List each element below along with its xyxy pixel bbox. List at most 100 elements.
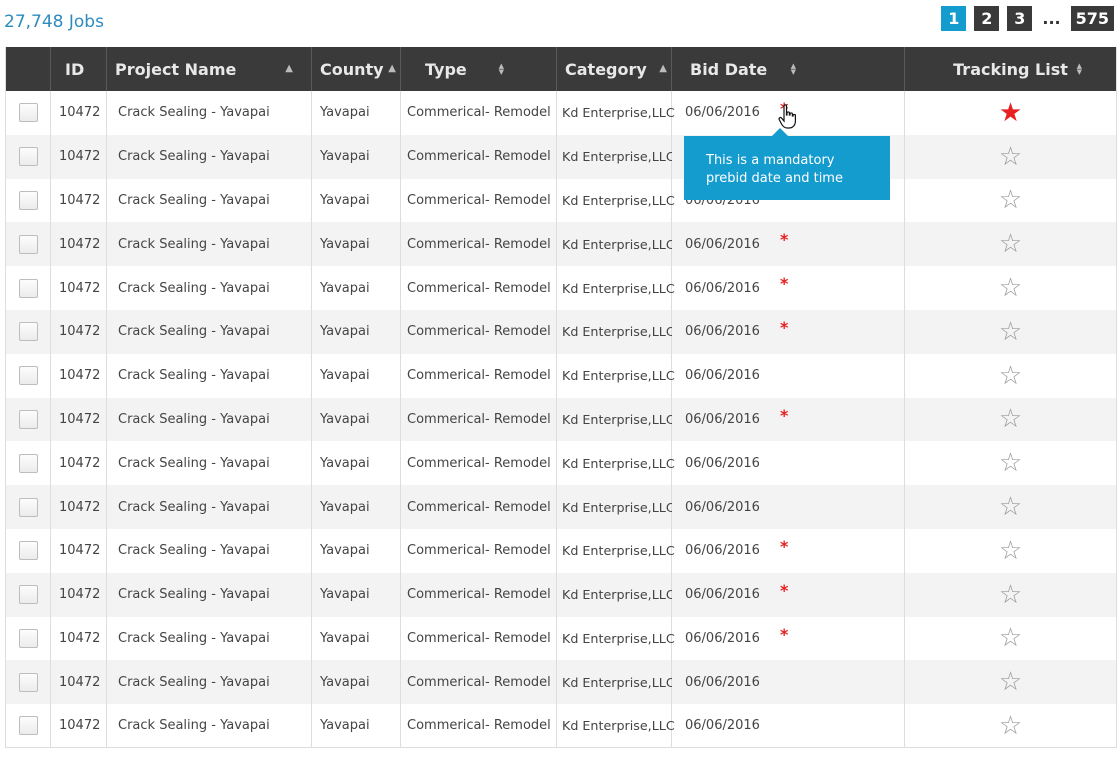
row-checkbox[interactable] [18,190,38,210]
mandatory-prebid-indicator[interactable]: * [780,318,788,337]
tracking-cell: ☆ [904,704,1117,748]
select-cell [5,528,51,573]
county-cell: Yavapai [311,441,401,486]
bid-date-cell: 06/06/2016 [671,441,905,486]
table-row: 10472 Crack Sealing - Yavapai Yavapai Comme… [5,660,1117,705]
column-header-bid-date[interactable]: Bid Date ▲ ▼ [671,47,905,91]
star-outline-icon[interactable]: ☆ [999,142,1022,172]
county-cell: Yavapai [311,134,401,179]
select-column-header [5,47,51,91]
project-name-cell: Crack Sealing - Yavapai [106,485,312,529]
column-header-category[interactable]: Category ▲ [556,47,672,91]
select-cell [5,309,51,354]
row-checkbox[interactable] [18,234,38,254]
table-row: 10472 Crack Sealing - Yavapai Yavapai Comme… [5,397,1117,442]
row-checkbox[interactable] [18,453,38,473]
row-checkbox[interactable] [18,585,38,605]
star-outline-icon[interactable]: ☆ [999,361,1022,391]
category-cell: Kd Enterprise,LLC [556,134,675,179]
mandatory-prebid-indicator[interactable]: * [780,274,788,293]
sort-asc-icon[interactable]: ▲ [285,64,293,74]
select-cell [5,704,51,748]
star-outline-icon[interactable]: ☆ [999,711,1022,741]
star-outline-icon[interactable]: ☆ [999,623,1022,653]
row-checkbox[interactable] [18,103,38,123]
select-cell [5,572,51,617]
star-outline-icon[interactable]: ☆ [999,317,1022,347]
type-cell: Commerical- Remodel [400,178,557,223]
project-name-cell: Crack Sealing - Yavapai [106,353,312,398]
category-cell: Kd Enterprise,LLC [556,485,675,529]
mandatory-prebid-indicator[interactable]: * [780,406,788,425]
mandatory-prebid-indicator[interactable]: * [780,625,788,644]
select-cell [5,397,51,442]
row-checkbox[interactable] [18,278,38,298]
table-row: 10472 Crack Sealing - Yavapai Yavapai Comme… [5,572,1117,617]
bid-date-cell: 06/06/2016 * [671,616,905,661]
column-header-label: County [320,59,384,79]
sort-arrows-icon[interactable]: ▲ ▼ [1077,63,1082,76]
tracking-cell: ☆ [904,266,1117,310]
county-cell: Yavapai [311,266,401,310]
star-outline-icon[interactable]: ☆ [999,580,1022,610]
column-header-project-name[interactable]: Project Name ▲ [106,47,312,91]
row-checkbox[interactable] [18,672,38,692]
row-checkbox[interactable] [18,628,38,648]
category-cell: Kd Enterprise,LLC [556,309,675,354]
table-row: 10472 Crack Sealing - Yavapai Yavapai Comme… [5,266,1117,310]
tracking-cell: ☆ [904,353,1117,398]
column-header-id[interactable]: ID [50,47,107,91]
county-cell: Yavapai [311,616,401,661]
star-outline-icon[interactable]: ☆ [999,404,1022,434]
bid-date-value: 06/06/2016 [685,105,760,121]
category-cell: Kd Enterprise,LLC [556,704,675,748]
mandatory-prebid-indicator[interactable]: * [780,581,788,600]
tracking-cell: ☆ [904,660,1117,705]
star-outline-icon[interactable]: ☆ [999,229,1022,259]
last-page-button[interactable]: 575 [1070,6,1114,31]
row-checkbox[interactable] [18,322,38,342]
project-name-cell: Crack Sealing - Yavapai [106,134,312,179]
bid-date-value: 06/06/2016 [685,368,760,384]
row-checkbox[interactable] [18,541,38,561]
star-outline-icon[interactable]: ☆ [999,185,1022,215]
sort-asc-icon[interactable]: ▲ [659,64,667,74]
bid-date-cell: 06/06/2016 * [671,309,905,354]
category-cell: Kd Enterprise,LLC [556,397,675,442]
star-filled-icon[interactable]: ★ [999,98,1022,128]
row-checkbox[interactable] [18,716,38,736]
star-outline-icon[interactable]: ☆ [999,536,1022,566]
row-checkbox[interactable] [18,497,38,517]
page-3-button[interactable]: 3 [1007,6,1033,31]
row-checkbox[interactable] [18,409,38,429]
id-cell: 10472 [50,441,107,486]
column-header-tracking-list[interactable]: Tracking List ▲ ▼ [904,47,1117,91]
type-cell: Commerical- Remodel [400,441,557,486]
mandatory-prebid-indicator[interactable]: * [780,230,788,249]
star-outline-icon[interactable]: ☆ [999,667,1022,697]
mandatory-prebid-indicator[interactable]: * [780,537,788,556]
tracking-cell: ☆ [904,616,1117,661]
category-cell: Kd Enterprise,LLC [556,91,675,135]
star-outline-icon[interactable]: ☆ [999,448,1022,478]
id-cell: 10472 [50,222,107,267]
row-checkbox[interactable] [18,147,38,167]
column-header-type[interactable]: Type ▲ ▼ [400,47,557,91]
page-2-button[interactable]: 2 [974,6,1000,31]
sort-arrows-icon[interactable]: ▲ ▼ [791,63,796,76]
bid-date-value: 06/06/2016 [685,674,760,690]
row-checkbox[interactable] [18,366,38,386]
sort-arrows-icon[interactable]: ▲ ▼ [499,63,504,76]
bid-date-cell: 06/06/2016 * [671,266,905,310]
id-cell: 10472 [50,178,107,223]
star-outline-icon[interactable]: ☆ [999,492,1022,522]
project-name-cell: Crack Sealing - Yavapai [106,704,312,748]
select-cell [5,134,51,179]
county-cell: Yavapai [311,572,401,617]
column-header-county[interactable]: County ▲ [311,47,401,91]
bid-date-value: 06/06/2016 [685,280,760,296]
sort-asc-icon[interactable]: ▲ [388,64,396,74]
star-outline-icon[interactable]: ☆ [999,273,1022,303]
table-row: 10472 Crack Sealing - Yavapai Yavapai Comme… [5,441,1117,486]
page-1-button[interactable]: 1 [941,6,967,31]
